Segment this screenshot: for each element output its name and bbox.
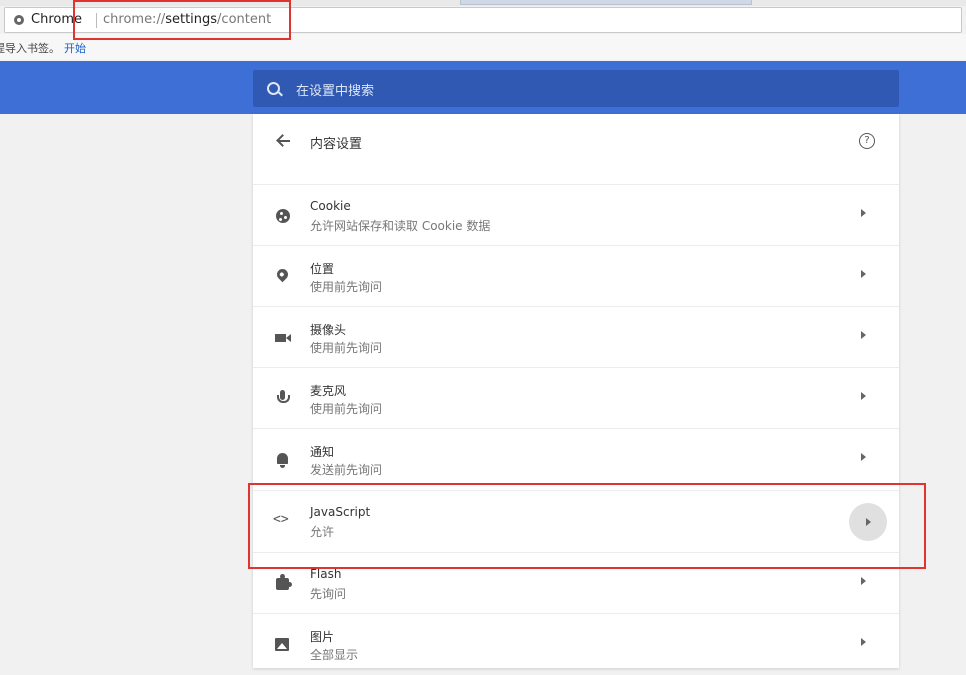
microphone-icon — [273, 389, 293, 409]
bookmarks-import-prompt: 提导入书签。 — [0, 42, 60, 55]
content-settings-card: 内容设置 ? Cookie 允许网站保存和读取 Cookie 数据 位置 使用前… — [253, 114, 899, 668]
url-highlight-box — [73, 0, 291, 40]
search-placeholder: 在设置中搜索 — [296, 84, 375, 99]
setting-title: 摄像头 — [310, 323, 347, 337]
setting-row-images[interactable]: 图片 全部显示 — [253, 613, 899, 675]
chrome-page-icon — [14, 15, 24, 25]
setting-subtitle: 发送前先询问 — [310, 463, 383, 477]
setting-subtitle: 允许网站保存和读取 Cookie 数据 — [310, 219, 491, 233]
setting-subtitle: 使用前先询问 — [310, 341, 383, 355]
setting-title: 麦克风 — [310, 384, 347, 398]
chevron-right-icon — [861, 453, 866, 461]
chevron-right-icon — [861, 392, 866, 400]
chevron-right-icon — [861, 209, 866, 217]
setting-subtitle: 使用前先询问 — [310, 402, 383, 416]
setting-subtitle: 先询问 — [310, 587, 347, 601]
help-icon[interactable]: ? — [859, 133, 875, 149]
chevron-right-icon — [861, 331, 866, 339]
card-header: 内容设置 ? — [253, 114, 899, 169]
setting-title: Flash — [310, 567, 342, 581]
search-icon — [267, 82, 280, 95]
setting-row-notifications[interactable]: 通知 发送前先询问 — [253, 428, 899, 490]
chevron-right-icon — [861, 638, 866, 646]
camera-icon — [273, 328, 293, 348]
location-pin-icon — [273, 266, 293, 287]
bookmarks-start-link[interactable]: 开始 — [64, 40, 86, 56]
setting-row-microphone[interactable]: 麦克风 使用前先询问 — [253, 367, 899, 429]
setting-row-location[interactable]: 位置 使用前先询问 — [253, 245, 899, 307]
cookie-icon — [273, 206, 293, 226]
javascript-highlight-box — [248, 483, 926, 569]
puzzle-icon — [273, 574, 293, 594]
setting-row-camera[interactable]: 摄像头 使用前先询问 — [253, 306, 899, 368]
back-arrow-icon[interactable] — [275, 133, 291, 149]
page-title: 内容设置 — [310, 137, 363, 152]
setting-title: 位置 — [310, 262, 335, 276]
chevron-right-icon — [861, 577, 866, 585]
setting-subtitle: 全部显示 — [310, 648, 359, 662]
setting-row-cookie[interactable]: Cookie 允许网站保存和读取 Cookie 数据 — [253, 184, 899, 246]
browser-tab[interactable] — [460, 0, 752, 5]
settings-search-box[interactable]: 在设置中搜索 — [253, 70, 899, 107]
image-icon — [273, 635, 293, 655]
bell-icon — [273, 450, 293, 470]
setting-title: 图片 — [310, 630, 335, 644]
setting-title: 通知 — [310, 445, 335, 459]
setting-title: Cookie — [310, 199, 351, 213]
chevron-right-icon — [861, 270, 866, 278]
setting-subtitle: 使用前先询问 — [310, 280, 383, 294]
